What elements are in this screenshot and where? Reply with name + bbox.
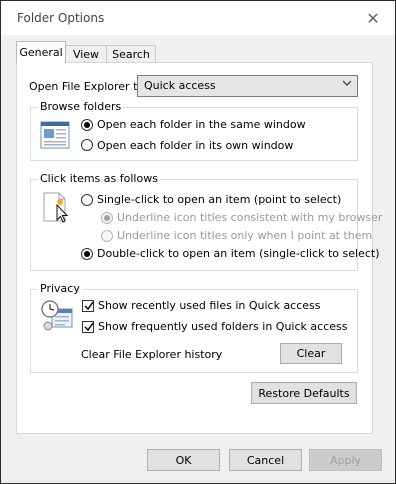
- radio-single-click-label: Single-click to open an item (point to s…: [97, 193, 342, 206]
- check-icon: [84, 301, 94, 311]
- radio-underline-browser[interactable]: [101, 212, 113, 224]
- radio-same-window-label: Open each folder in the same window: [97, 118, 306, 131]
- tab-general[interactable]: General: [16, 41, 66, 63]
- window-icon: [40, 121, 70, 149]
- checkbox-frequent-folders-label: Show frequently used folders in Quick ac…: [98, 320, 348, 333]
- cursor-file-icon: [43, 192, 69, 223]
- ok-button[interactable]: OK: [147, 449, 220, 471]
- chevron-down-icon: [343, 80, 351, 86]
- clear-button[interactable]: Clear: [280, 343, 342, 364]
- title-bar: Folder Options ✕: [1, 1, 395, 35]
- checkbox-recent-files[interactable]: [82, 300, 94, 312]
- open-explorer-value: Quick access: [144, 79, 216, 92]
- browse-folders-group: Browse folders: [30, 100, 358, 161]
- radio-own-window[interactable]: [81, 139, 93, 151]
- radio-own-window-label: Open each folder in its own window: [97, 139, 294, 152]
- radio-same-window[interactable]: [81, 119, 93, 131]
- tab-view[interactable]: View: [64, 45, 108, 63]
- tab-search[interactable]: Search: [106, 45, 156, 63]
- clock-files-icon: [41, 300, 73, 331]
- clear-history-label: Clear File Explorer history: [81, 348, 223, 361]
- folder-options-window: Folder Options ✕ General View Search Ope…: [0, 0, 396, 484]
- open-explorer-dropdown[interactable]: Quick access: [137, 75, 358, 97]
- apply-button[interactable]: Apply: [309, 449, 382, 471]
- close-icon[interactable]: ✕: [351, 1, 395, 35]
- radio-underline-point[interactable]: [101, 230, 113, 242]
- radio-underline-browser-label: Underline icon titles consistent with my…: [117, 211, 383, 224]
- restore-defaults-button[interactable]: Restore Defaults: [251, 382, 357, 404]
- radio-double-click-label: Double-click to open an item (single-cli…: [97, 247, 380, 260]
- click-items-title: Click items as follows: [38, 172, 160, 185]
- check-icon: [84, 322, 94, 332]
- radio-underline-point-label: Underline icon titles only when I point …: [117, 229, 373, 242]
- window-title: Folder Options: [17, 11, 105, 25]
- radio-single-click[interactable]: [81, 194, 93, 206]
- checkbox-recent-files-label: Show recently used files in Quick access: [98, 299, 321, 312]
- privacy-title: Privacy: [38, 282, 82, 295]
- open-explorer-label: Open File Explorer to:: [29, 80, 148, 93]
- cancel-button[interactable]: Cancel: [229, 449, 302, 471]
- checkbox-frequent-folders[interactable]: [82, 321, 94, 333]
- browse-folders-title: Browse folders: [38, 100, 124, 113]
- radio-double-click[interactable]: [81, 248, 93, 260]
